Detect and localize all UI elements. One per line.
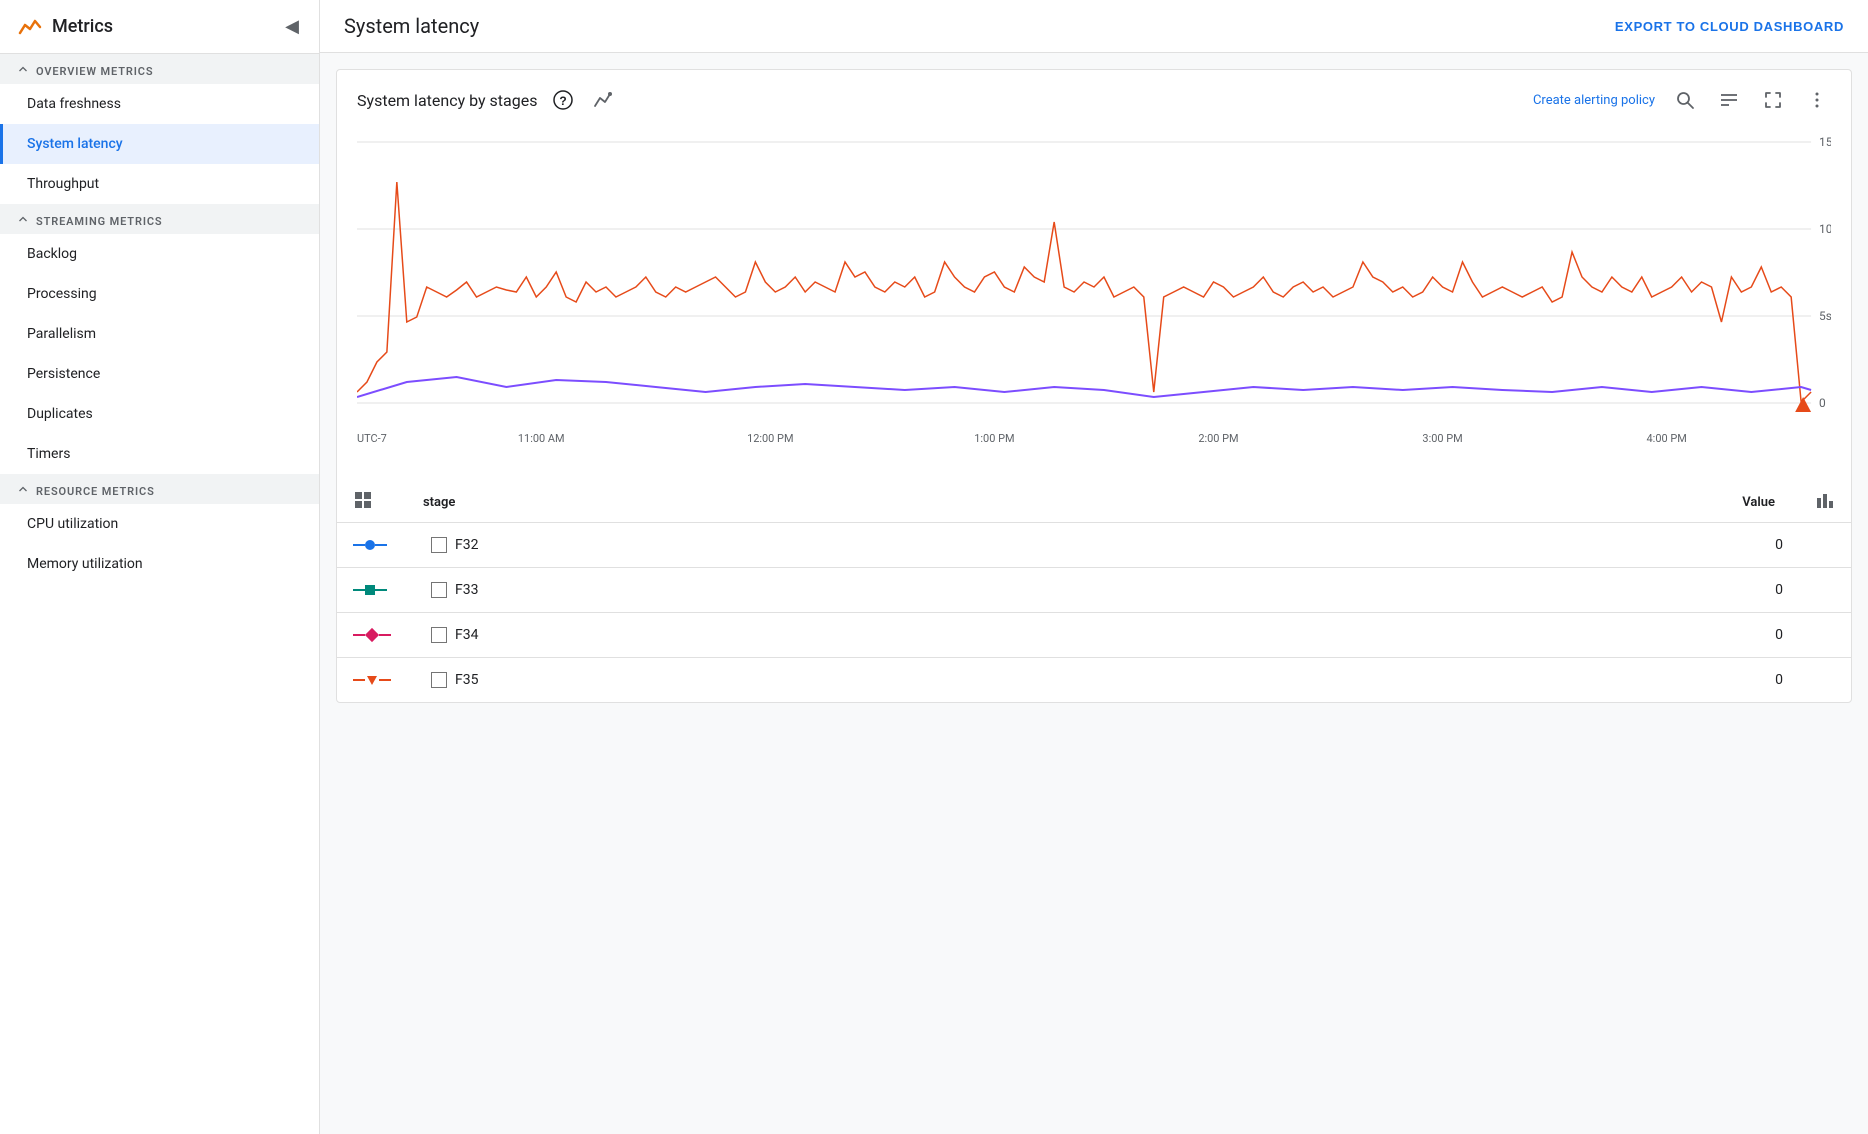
sidebar-item-data-freshness[interactable]: Data freshness [0,84,319,124]
svg-text:UTC-7: UTC-7 [357,432,387,445]
svg-text:1:00 PM: 1:00 PM [974,432,1014,445]
svg-text:0: 0 [1819,396,1826,410]
sidebar-item-memory[interactable]: Memory utilization [0,544,319,584]
row-checkbox-f33: F33 [407,568,1167,613]
svg-text:4:00 PM: 4:00 PM [1647,432,1687,445]
export-button[interactable]: EXPORT TO CLOUD DASHBOARD [1615,19,1844,34]
main-content: System latency EXPORT TO CLOUD DASHBOARD… [320,0,1868,1134]
app-name: Metrics [52,16,113,37]
app-logo: Metrics [16,13,113,41]
checkbox-f32[interactable] [431,537,447,553]
section-streaming[interactable]: STREAMING METRICS [0,204,319,234]
search-icon[interactable] [1671,86,1699,114]
sidebar-item-duplicates[interactable]: Duplicates [0,394,319,434]
sidebar-item-backlog[interactable]: Backlog [0,234,319,274]
chart-title: System latency by stages [357,91,537,110]
sidebar: Metrics ◀ OVERVIEW METRICS Data freshnes… [0,0,320,1134]
section-overview[interactable]: OVERVIEW METRICS [0,54,319,84]
table-row: F33 0 [337,568,1851,613]
svg-text:11:00 AM: 11:00 AM [518,432,565,445]
sidebar-header: Metrics ◀ [0,0,319,54]
svg-text:10s: 10s [1819,222,1831,236]
more-options-icon[interactable] [1803,86,1831,114]
sidebar-item-persistence[interactable]: Persistence [0,354,319,394]
row-value-f32: 0 [1167,523,1799,568]
row-checkbox-f35: F35 [407,658,1167,703]
table-row: F34 0 [337,613,1851,658]
row-indicator-f32 [337,523,407,568]
row-checkbox-f32: F32 [407,523,1167,568]
row-value-f35: 0 [1167,658,1799,703]
col-value-header: Value [1167,482,1799,523]
collapse-button[interactable]: ◀ [281,12,303,41]
checkbox-f34[interactable] [431,627,447,643]
section-overview-label: OVERVIEW METRICS [36,65,153,78]
checkbox-f33[interactable] [431,582,447,598]
col-icon [337,482,407,523]
chart-container: System latency by stages ? Create alerti… [320,53,1868,1134]
section-resource[interactable]: RESOURCE METRICS [0,474,319,504]
chart-svg: 15s 10s 5s 0 UTC-7 11:00 AM 12:00 PM 1:0… [357,122,1831,462]
section-resource-label: RESOURCE METRICS [36,485,155,498]
svg-text:15s: 15s [1819,135,1831,149]
row-indicator-f35 [337,658,407,703]
row-value-f33: 0 [1167,568,1799,613]
row-checkbox-f34: F34 [407,613,1167,658]
col-stage-header: stage [407,482,1167,523]
chart-card: System latency by stages ? Create alerti… [336,69,1852,703]
table-row: F32 0 [337,523,1851,568]
help-icon[interactable]: ? [549,86,577,114]
svg-text:2:00 PM: 2:00 PM [1198,432,1238,445]
row-indicator-f34 [337,613,407,658]
sidebar-item-timers[interactable]: Timers [0,434,319,474]
sidebar-item-parallelism[interactable]: Parallelism [0,314,319,354]
chart-type-icon[interactable] [589,86,617,114]
fullscreen-icon[interactable] [1759,86,1787,114]
col-chart-icon [1799,482,1851,523]
checkbox-f35[interactable] [431,672,447,688]
sidebar-item-throughput[interactable]: Throughput [0,164,319,204]
table-row: F35 0 [337,658,1851,703]
svg-text:5s: 5s [1819,309,1831,323]
metrics-icon [16,13,44,41]
section-streaming-label: STREAMING METRICS [36,215,163,228]
chart-header-icons: Create alerting policy [1533,86,1831,114]
sidebar-item-cpu[interactable]: CPU utilization [0,504,319,544]
table-grid-icon[interactable] [353,499,373,514]
sidebar-item-processing[interactable]: Processing [0,274,319,314]
bar-chart-icon[interactable] [1815,499,1835,514]
svg-text:3:00 PM: 3:00 PM [1422,432,1462,445]
page-title: System latency [344,14,479,38]
svg-text:?: ? [560,94,567,108]
legend-table: stage Value [337,482,1851,702]
svg-text:12:00 PM: 12:00 PM [747,432,793,445]
chart-header: System latency by stages ? Create alerti… [337,70,1851,122]
sidebar-item-system-latency[interactable]: System latency [0,124,319,164]
row-indicator-f33 [337,568,407,613]
create-alert-link[interactable]: Create alerting policy [1533,93,1655,108]
legend-icon[interactable] [1715,86,1743,114]
top-bar: System latency EXPORT TO CLOUD DASHBOARD [320,0,1868,53]
chart-area: 15s 10s 5s 0 UTC-7 11:00 AM 12:00 PM 1:0… [337,122,1851,474]
row-value-f34: 0 [1167,613,1799,658]
